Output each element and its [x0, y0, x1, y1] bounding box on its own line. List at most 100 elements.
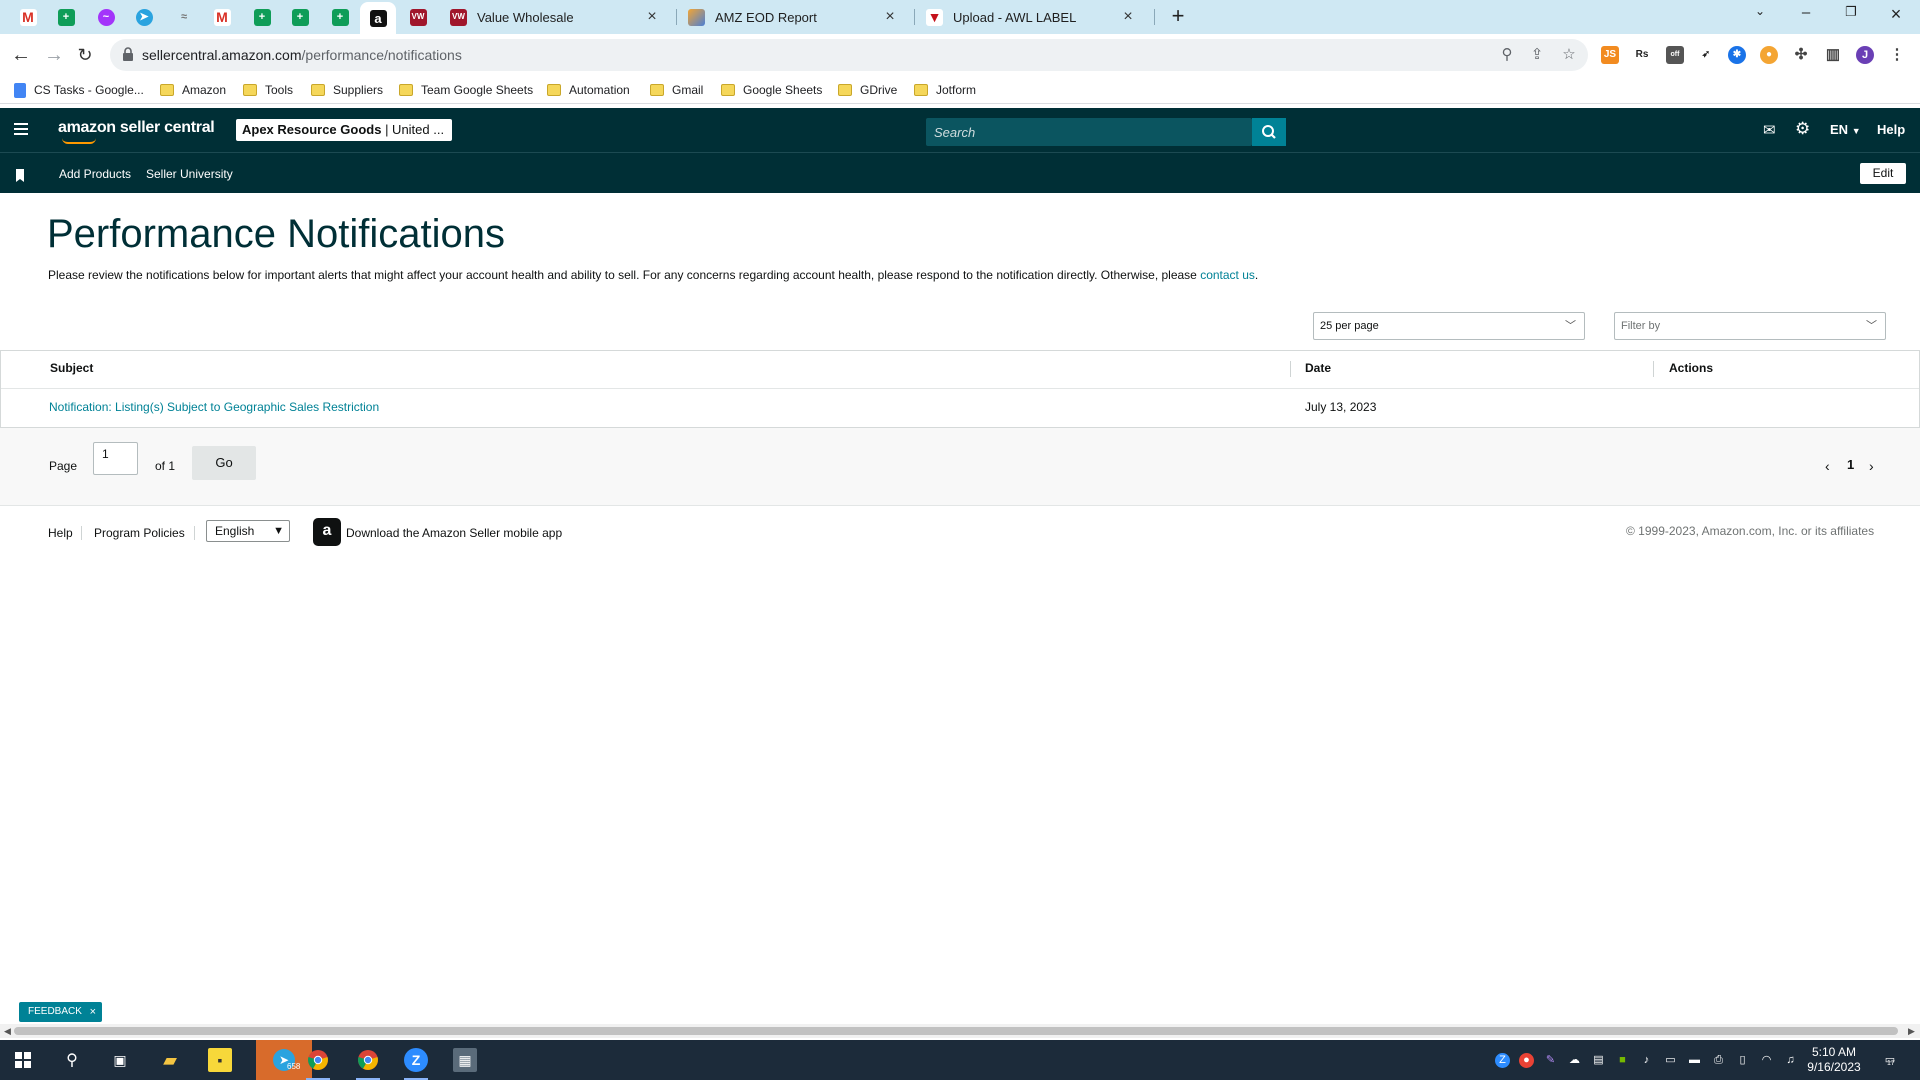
profile-avatar[interactable]: J: [1856, 46, 1874, 64]
pinned-tab-sheets-4[interactable]: +: [322, 4, 358, 30]
pinned-tab-sheets-3[interactable]: +: [282, 4, 318, 30]
microphone-icon[interactable]: ♪: [1639, 1053, 1654, 1068]
new-tab-button[interactable]: +: [1166, 4, 1190, 30]
bookmark-team-google-sheets[interactable]: Team Google Sheets: [399, 81, 533, 99]
js-extension-icon[interactable]: JS: [1601, 46, 1619, 64]
gear-icon[interactable]: ⚙: [1795, 119, 1810, 139]
footer-program-policies-link[interactable]: Program Policies: [94, 526, 185, 540]
bookmark-google-sheets[interactable]: Google Sheets: [721, 81, 822, 99]
tab-search-icon[interactable]: ⌄: [1740, 4, 1780, 28]
close-icon[interactable]: ×: [90, 1002, 96, 1022]
pen-tray-icon[interactable]: ✎: [1543, 1053, 1558, 1068]
chrome-icon[interactable]: [306, 1048, 330, 1072]
task-view-icon[interactable]: ▣: [108, 1048, 132, 1072]
battery-icon[interactable]: ▯: [1735, 1053, 1750, 1068]
app-tray-icon[interactable]: ●: [1519, 1053, 1534, 1068]
subnav-add-products[interactable]: Add Products: [59, 167, 131, 181]
tab-value-wholesale[interactable]: VW Value Wholesale ×: [440, 4, 670, 30]
page-number-input[interactable]: [93, 442, 138, 475]
restore-button[interactable]: ❐: [1831, 4, 1871, 28]
display-icon[interactable]: ▭: [1663, 1053, 1678, 1068]
share-icon[interactable]: ⇪: [1528, 46, 1546, 64]
pinned-tab-gmail[interactable]: M: [10, 4, 46, 30]
feedback-button[interactable]: FEEDBACK ×: [19, 1002, 102, 1022]
close-window-button[interactable]: ×: [1876, 4, 1916, 28]
pinned-tab-amazon-active[interactable]: a: [360, 2, 396, 34]
pinned-tab-signature[interactable]: ≈: [166, 4, 202, 30]
calculator-icon[interactable]: ▦: [453, 1048, 477, 1072]
zoom-icon[interactable]: ⚲: [1498, 46, 1516, 64]
tab-amz-eod-report[interactable]: AMZ EOD Report ×: [678, 4, 908, 30]
volume-icon[interactable]: ♫: [1783, 1053, 1798, 1068]
scroll-right-icon[interactable]: ▶: [1908, 1024, 1915, 1038]
bookmark-automation[interactable]: Automation: [547, 81, 630, 99]
amazon-app-icon[interactable]: a: [313, 518, 341, 546]
monitor-icon[interactable]: ▬: [1687, 1053, 1702, 1068]
language-selector[interactable]: EN ▼: [1830, 122, 1861, 137]
hamburger-menu-icon[interactable]: [14, 123, 28, 135]
current-page-number[interactable]: 1: [1847, 457, 1854, 472]
telegram-taskbar-icon[interactable]: ➤ 658: [256, 1040, 312, 1080]
pinned-tab-sheets-2[interactable]: +: [244, 4, 280, 30]
horizontal-scrollbar[interactable]: ◀ ▶: [0, 1024, 1920, 1038]
printer-icon[interactable]: ⎙: [1711, 1053, 1726, 1068]
help-link[interactable]: Help: [1877, 122, 1905, 137]
seller-central-logo[interactable]: amazon seller central: [58, 119, 215, 144]
close-tab-icon[interactable]: ×: [882, 8, 898, 26]
back-button[interactable]: ←: [8, 42, 34, 68]
bookmark-suppliers[interactable]: Suppliers: [311, 81, 383, 99]
pinned-tab-gmail-2[interactable]: M: [204, 4, 240, 30]
footer-language-select[interactable]: English ▼: [206, 520, 290, 542]
minimize-button[interactable]: –: [1786, 4, 1826, 28]
bookmark-amazon[interactable]: Amazon: [160, 81, 226, 99]
bookmark-star-icon[interactable]: ☆: [1560, 46, 1578, 64]
pinned-tab-vw[interactable]: VW: [400, 4, 436, 30]
close-tab-icon[interactable]: ×: [1120, 8, 1136, 26]
bookmark-cs-tasks[interactable]: CS Tasks - Google...: [14, 81, 144, 99]
search-input[interactable]: [926, 118, 1252, 146]
bookmark-ribbon-icon[interactable]: [16, 169, 24, 182]
bookmark-jotform[interactable]: Jotform: [914, 81, 976, 99]
zoom-tray-icon[interactable]: Z: [1495, 1053, 1510, 1068]
account-switcher[interactable]: Apex Resource Goods | United ...: [236, 119, 452, 141]
next-page-icon[interactable]: ›: [1869, 458, 1874, 474]
windows-start-icon[interactable]: [11, 1048, 35, 1072]
pinned-tab-sheets[interactable]: +: [48, 4, 84, 30]
scroll-left-icon[interactable]: ◀: [4, 1024, 11, 1038]
wifi-icon[interactable]: ◠: [1759, 1053, 1774, 1068]
device-icon[interactable]: ▤: [1591, 1053, 1606, 1068]
sidepanel-icon[interactable]: ▥: [1824, 46, 1842, 64]
globe-extension-icon[interactable]: ✱: [1728, 46, 1746, 64]
file-explorer-icon[interactable]: ▰: [158, 1048, 182, 1072]
edit-button[interactable]: Edit: [1860, 163, 1906, 184]
forward-button[interactable]: →: [41, 42, 67, 68]
system-clock[interactable]: 5:10 AM 9/16/2023: [1804, 1045, 1864, 1075]
menu-kebab-icon[interactable]: ⋮: [1888, 46, 1906, 64]
cursor-extension-icon[interactable]: ➶: [1697, 46, 1715, 64]
chrome-profile-icon[interactable]: [356, 1048, 380, 1072]
nvidia-icon[interactable]: ■: [1615, 1053, 1630, 1068]
contact-us-link[interactable]: contact us: [1200, 268, 1255, 282]
mobile-app-link[interactable]: Download the Amazon Seller mobile app: [346, 526, 562, 540]
circle-extension-icon[interactable]: ●: [1760, 46, 1778, 64]
bookmark-gmail[interactable]: Gmail: [650, 81, 703, 99]
column-header-subject[interactable]: Subject: [50, 361, 93, 375]
sticky-notes-icon[interactable]: ▪: [208, 1048, 232, 1072]
mail-icon[interactable]: ✉: [1763, 121, 1776, 139]
close-tab-icon[interactable]: ×: [644, 8, 660, 26]
address-bar[interactable]: sellercentral.amazon.com/performance/not…: [110, 39, 1588, 71]
off-extension-icon[interactable]: off: [1666, 46, 1684, 64]
tab-upload-awl-label[interactable]: ▼ Upload - AWL LABEL ×: [916, 4, 1146, 30]
go-button[interactable]: Go: [192, 446, 256, 480]
scrollbar-thumb[interactable]: [14, 1027, 1898, 1035]
footer-help-link[interactable]: Help: [48, 526, 73, 540]
previous-page-icon[interactable]: ‹: [1825, 458, 1830, 474]
zoom-app-icon[interactable]: Z: [404, 1048, 428, 1072]
pinned-tab-messenger[interactable]: ~: [88, 4, 124, 30]
search-button[interactable]: [1252, 118, 1286, 146]
reload-button[interactable]: ↻: [72, 42, 98, 68]
puzzle-icon[interactable]: ✣: [1792, 46, 1810, 64]
cloud-icon[interactable]: ☁: [1567, 1053, 1582, 1068]
column-header-date[interactable]: Date: [1305, 361, 1331, 375]
pinned-tab-telegram[interactable]: ➤: [126, 4, 162, 30]
